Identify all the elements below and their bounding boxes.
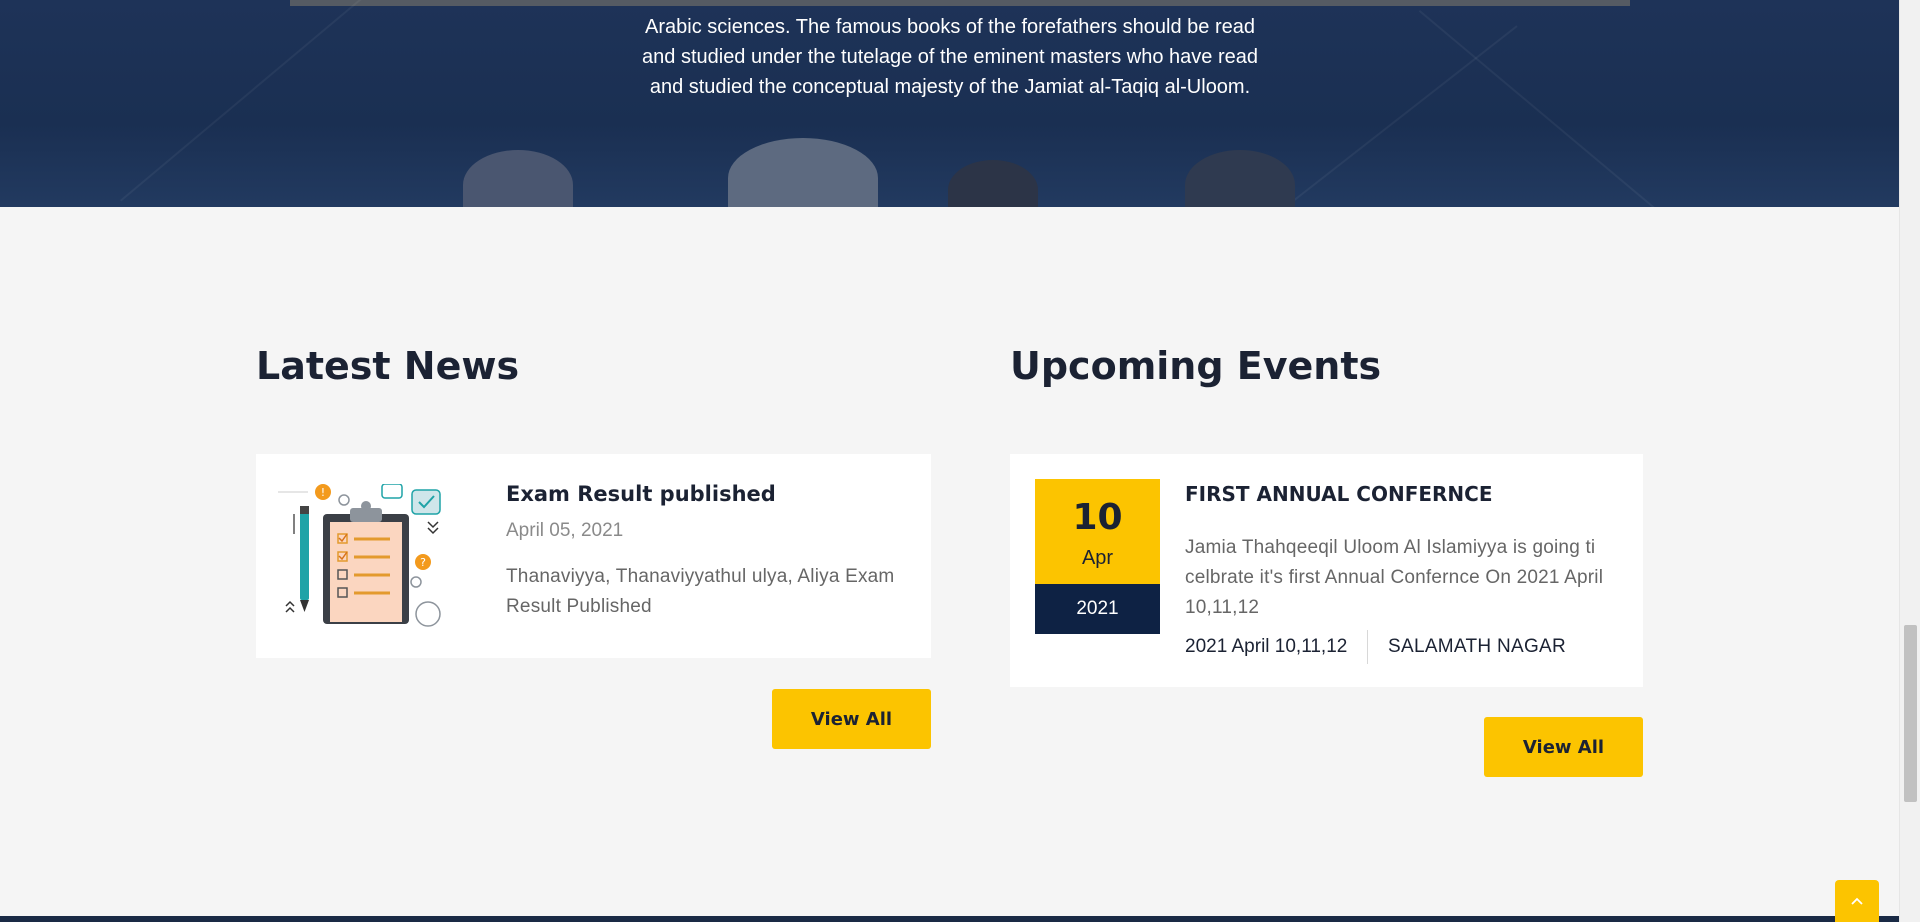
- event-month: Apr: [1081, 547, 1114, 569]
- news-card[interactable]: ! ? Exam Result published April 05, 2021…: [256, 454, 931, 658]
- event-meta-date: 2021 April 10,11,12: [1185, 636, 1348, 657]
- event-date-top: 10 Apr: [1035, 479, 1160, 584]
- hero-beam: [1418, 10, 1742, 207]
- page: Arabic sciences. The famous books of the…: [0, 0, 1899, 922]
- event-date-bottom: 2021: [1035, 584, 1160, 634]
- event-day: 10: [1072, 497, 1123, 538]
- scrollbar-thumb[interactable]: [1904, 625, 1917, 802]
- hero-paragraph: Arabic sciences. The famous books of the…: [560, 12, 1340, 102]
- page-scrollbar[interactable]: [1899, 0, 1920, 922]
- svg-text:!: !: [321, 486, 325, 499]
- news-title[interactable]: Exam Result published: [506, 482, 776, 506]
- hero-top-stripe: [290, 0, 1630, 6]
- clipboard-checklist-illustration: ! ?: [278, 484, 441, 627]
- latest-news-heading: Latest News: [256, 344, 520, 388]
- scroll-to-top-button[interactable]: [1835, 880, 1879, 922]
- svg-text:?: ?: [420, 556, 426, 569]
- events-view-all-button[interactable]: View All: [1484, 717, 1643, 777]
- event-meta-divider: [1367, 630, 1368, 664]
- hero-line: Arabic sciences. The famous books of the…: [645, 16, 1255, 38]
- news-date: April 05, 2021: [506, 520, 624, 541]
- event-card[interactable]: 10 Apr 2021 FIRST ANNUAL CONFERNCE Jamia…: [1010, 454, 1643, 687]
- chevron-up-icon: [1851, 897, 1863, 905]
- event-title[interactable]: FIRST ANNUAL CONFERNCE: [1185, 482, 1493, 506]
- hero-figure: [1185, 150, 1295, 207]
- news-summary: Thanaviyya, Thanaviyyathul ulya, Aliya E…: [506, 566, 895, 617]
- hero-figure: [463, 150, 573, 207]
- event-year: 2021: [1076, 598, 1119, 619]
- hero-line: and studied under the tutelage of the em…: [642, 46, 1258, 68]
- event-description: Jamia Thahqeeqil Uloom Al Islamiyya is g…: [1185, 537, 1604, 618]
- hero-line: and studied the conceptual majesty of th…: [649, 76, 1251, 98]
- event-date-badge: 10 Apr 2021: [1035, 479, 1160, 634]
- hero-figure: [948, 160, 1038, 207]
- upcoming-events-heading: Upcoming Events: [1010, 344, 1382, 388]
- hero-beam: [120, 0, 444, 202]
- hero-figure: [728, 138, 878, 207]
- event-location: SALAMATH NAGAR: [1388, 636, 1567, 657]
- footer-top-edge: [0, 916, 1899, 922]
- news-view-all-button[interactable]: View All: [772, 689, 931, 749]
- about-hero-section: Arabic sciences. The famous books of the…: [0, 0, 1899, 207]
